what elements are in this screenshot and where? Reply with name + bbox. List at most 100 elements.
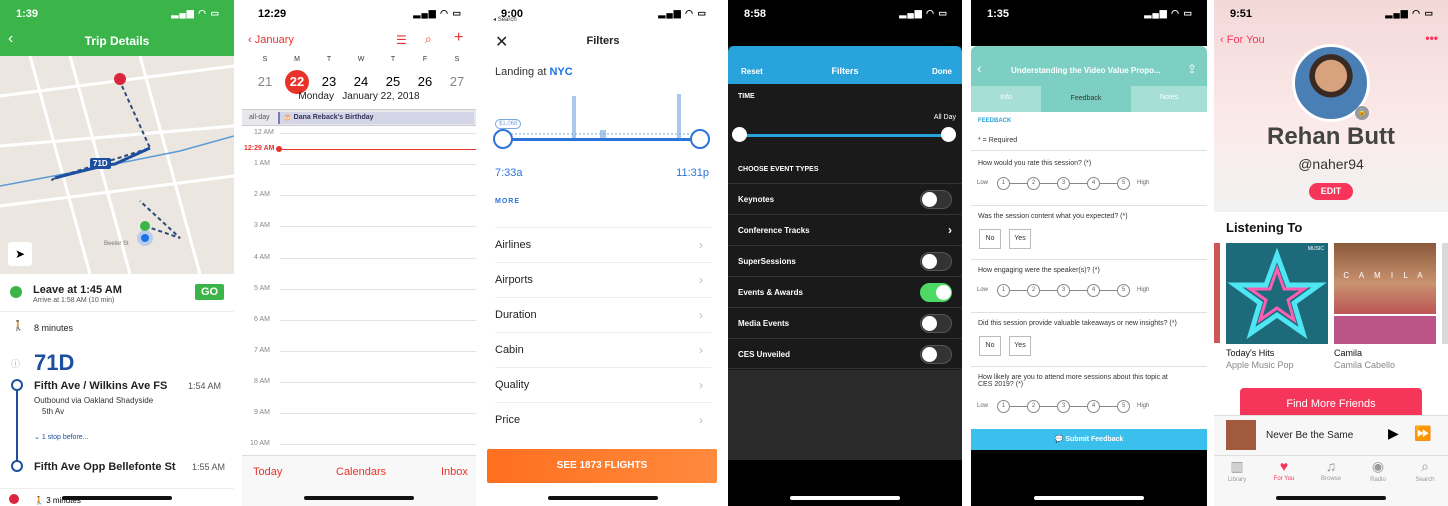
event-type-ces-unveiled[interactable]: CES Unveiled xyxy=(728,338,962,369)
filter-row-price[interactable]: Price › xyxy=(495,402,711,437)
rating-option[interactable]: 1 xyxy=(997,177,1010,190)
time-slider-track[interactable] xyxy=(503,138,701,141)
supersessions-toggle[interactable] xyxy=(920,252,952,271)
tab-for-you[interactable]: ♥ For You xyxy=(1264,458,1304,482)
star-icon xyxy=(1227,247,1327,340)
mini-player[interactable]: Never Be the Same ▶ ⏩ xyxy=(1214,415,1448,455)
slider-handle-end[interactable] xyxy=(690,129,710,149)
go-button[interactable]: GO xyxy=(195,284,225,300)
done-button[interactable]: Done xyxy=(932,67,952,76)
back-button[interactable]: ‹ January xyxy=(248,34,294,46)
yes-button[interactable]: Yes xyxy=(1009,336,1031,356)
today-button[interactable]: Today xyxy=(253,466,282,478)
info-icon[interactable]: ⓘ xyxy=(11,357,20,370)
edit-button[interactable]: EDIT xyxy=(1309,183,1353,200)
play-icon[interactable]: ▶ xyxy=(1388,425,1399,442)
landing-city[interactable]: NYC xyxy=(549,66,572,78)
hour-line xyxy=(280,444,476,445)
rating-option[interactable]: 3 xyxy=(1057,400,1070,413)
home-indicator[interactable] xyxy=(548,496,658,500)
event-type-supersessions[interactable]: SuperSessions xyxy=(728,245,962,276)
status-back[interactable]: ◂ Search xyxy=(493,16,517,23)
route-map[interactable]: 71D Beeler St ➤ xyxy=(0,55,234,275)
inbox-button[interactable]: Inbox xyxy=(441,466,468,478)
submit-feedback-button[interactable]: 💬 Submit Feedback xyxy=(971,429,1207,450)
home-indicator[interactable] xyxy=(62,496,172,500)
home-indicator[interactable] xyxy=(304,496,414,500)
event-type-media-events[interactable]: Media Events xyxy=(728,307,962,338)
see-flights-button[interactable]: SEE 1873 FLIGHTS xyxy=(487,449,717,483)
share-icon[interactable]: ⇪ xyxy=(1187,62,1197,76)
event-type-events-awards[interactable]: Events & Awards xyxy=(728,276,962,307)
event-type-conference-tracks[interactable]: Conference Tracks › xyxy=(728,214,962,245)
time-range-track[interactable] xyxy=(740,134,948,137)
tab-library[interactable]: ▥ Library xyxy=(1217,458,1257,483)
album-card-art[interactable]: MUSIC xyxy=(1226,243,1328,344)
tab-browse[interactable]: ♫ Browse xyxy=(1311,458,1351,482)
submit-label: Submit Feedback xyxy=(1065,436,1124,443)
rating-option[interactable]: 4 xyxy=(1087,400,1100,413)
rating-option[interactable]: 1 xyxy=(997,400,1010,413)
hour-label: 6 AM xyxy=(254,316,270,323)
no-button[interactable]: No xyxy=(979,229,1001,249)
rating-option[interactable]: 3 xyxy=(1057,177,1070,190)
tab-search[interactable]: ⌕ Search xyxy=(1405,458,1445,483)
rating-option[interactable]: 5 xyxy=(1117,400,1130,413)
back-button[interactable]: ‹ For You xyxy=(1220,34,1265,46)
rating-option[interactable]: 5 xyxy=(1117,177,1130,190)
calendars-button[interactable]: Calendars xyxy=(336,466,386,478)
rating-option[interactable]: 4 xyxy=(1087,284,1100,297)
rating-option[interactable]: 3 xyxy=(1057,284,1070,297)
fast-forward-icon[interactable]: ⏩ xyxy=(1414,425,1431,442)
hour-label: 3 AM xyxy=(254,222,270,229)
time-handle-start[interactable] xyxy=(732,127,747,142)
rating-option[interactable]: 2 xyxy=(1027,177,1040,190)
event-chip[interactable]: 🎂 Dana Reback's Birthday xyxy=(278,112,474,124)
rating-option[interactable]: 1 xyxy=(997,284,1010,297)
slider-handle-start[interactable] xyxy=(493,129,513,149)
library-icon: ▥ xyxy=(1230,458,1244,474)
events-awards-toggle[interactable] xyxy=(920,283,952,302)
list-icon[interactable]: ☰ xyxy=(396,33,407,47)
locate-me-icon[interactable]: ➤ xyxy=(8,242,32,266)
album-card-art[interactable]: C A M I L A xyxy=(1334,243,1436,344)
tab-info[interactable]: Info xyxy=(971,94,1041,101)
home-indicator[interactable] xyxy=(1276,496,1386,500)
more-icon[interactable]: ••• xyxy=(1425,31,1438,45)
rating-option[interactable]: 2 xyxy=(1027,400,1040,413)
status-time: 1:39 xyxy=(16,8,39,20)
ces-unveiled-toggle[interactable] xyxy=(920,345,952,364)
page-title: Trip Details xyxy=(84,34,150,48)
no-button[interactable]: No xyxy=(979,336,1001,356)
hour-line xyxy=(280,133,476,134)
home-indicator[interactable] xyxy=(1034,496,1144,500)
filter-row-airports[interactable]: Airports › xyxy=(495,262,711,297)
add-icon[interactable]: + xyxy=(454,29,463,47)
yes-button[interactable]: Yes xyxy=(1009,229,1031,249)
rating-option[interactable]: 5 xyxy=(1117,284,1130,297)
time-handle-end[interactable] xyxy=(941,127,956,142)
stops-before-link[interactable]: ⌄ 1 stop before... xyxy=(34,433,89,441)
search-icon[interactable]: ⌕ xyxy=(425,32,432,47)
more-link[interactable]: MORE xyxy=(495,198,520,205)
tab-notes[interactable]: Notes xyxy=(1131,94,1207,101)
tab-feedback[interactable]: Feedback xyxy=(1041,86,1131,112)
search-icon: ⌕ xyxy=(1421,458,1429,474)
tab-radio[interactable]: ◉ Radio xyxy=(1358,458,1398,483)
keynotes-toggle[interactable] xyxy=(920,190,952,209)
media-events-toggle[interactable] xyxy=(920,314,952,333)
time-section-label: TIME xyxy=(738,93,755,100)
filter-row-airlines[interactable]: Airlines › xyxy=(495,227,711,262)
chevron-right-icon: › xyxy=(699,308,703,322)
rating-option[interactable]: 2 xyxy=(1027,284,1040,297)
filter-row-cabin[interactable]: Cabin › xyxy=(495,332,711,367)
rating-option[interactable]: 4 xyxy=(1087,177,1100,190)
route-badge[interactable]: 71D xyxy=(90,158,111,169)
home-indicator[interactable] xyxy=(790,496,900,500)
filter-row-quality[interactable]: Quality › xyxy=(495,367,711,402)
back-chevron-icon[interactable]: ‹ xyxy=(977,60,982,76)
event-type-keynotes[interactable]: Keynotes xyxy=(728,183,962,214)
filter-row-duration[interactable]: Duration › xyxy=(495,297,711,332)
album-title: Today's Hits xyxy=(1226,348,1275,358)
page-title: Filters xyxy=(586,35,620,47)
